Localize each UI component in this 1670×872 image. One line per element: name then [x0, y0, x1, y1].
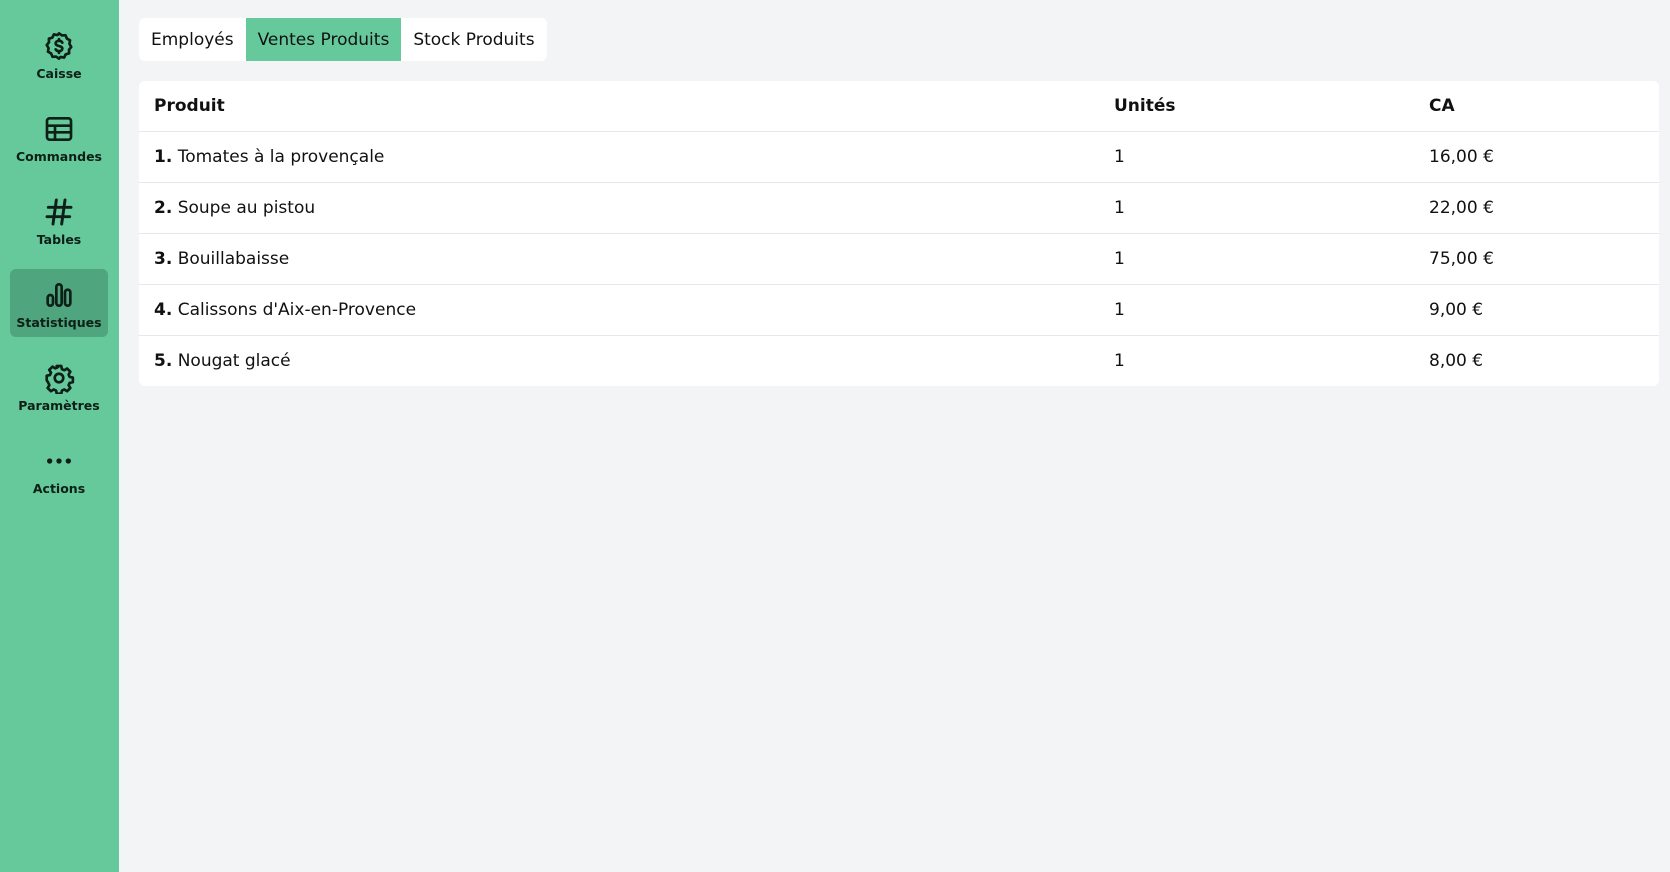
ca-cell: 75,00 € [1414, 233, 1659, 285]
table-header-row: Produit Unités CA [139, 81, 1659, 132]
gear-icon [43, 362, 75, 394]
product-name: Tomates à la provençale [177, 147, 385, 167]
column-header-unites[interactable]: Unités [1099, 81, 1414, 132]
rank-number: 5. [154, 351, 173, 371]
product-cell: 4. Calissons d'Aix-en-Provence [139, 284, 1099, 336]
ca-cell: 16,00 € [1414, 131, 1659, 183]
units-cell: 1 [1099, 284, 1414, 336]
product-name: Bouillabaisse [177, 249, 290, 269]
ca-cell: 8,00 € [1429, 351, 1484, 371]
sidebar-item-label: Paramètres [18, 397, 100, 413]
sidebar-item-commandes[interactable]: Commandes [10, 103, 108, 171]
bar-chart-icon [43, 279, 75, 311]
product-cell: 1. Tomates à la provençale [139, 131, 1099, 183]
product-name: Calissons d'Aix-en-Provence [177, 300, 417, 320]
table-row[interactable]: 1. Tomates à la provençale 1 16,00 € [139, 131, 1659, 183]
sidebar-item-actions[interactable]: Actions [10, 435, 108, 503]
dollar-circle-icon [43, 30, 75, 62]
hash-icon [43, 196, 75, 228]
units-cell: 1 [1099, 131, 1414, 183]
ca-cell: 22,00 € [1414, 182, 1659, 234]
tab-employes[interactable]: Employés [139, 18, 246, 61]
table-row[interactable]: 5. Nougat glacé 1 8,00 € [139, 336, 1659, 387]
sidebar: Caisse Commandes Tables Statistiques Par… [0, 0, 119, 872]
product-name: Soupe au pistou [177, 198, 316, 218]
sidebar-item-label: Actions [32, 480, 86, 496]
product-cell: 5. Nougat glacé [139, 336, 1099, 387]
units-cell: 1 [1114, 351, 1125, 371]
sidebar-item-parametres[interactable]: Paramètres [10, 352, 108, 420]
units-cell: 1 [1099, 182, 1414, 234]
table-row[interactable]: 3. Bouillabaisse 1 75,00 € [139, 233, 1659, 285]
app: Caisse Commandes Tables Statistiques Par… [0, 0, 1670, 872]
rank-number: 2. [154, 198, 173, 218]
sidebar-item-label: Statistiques [16, 314, 102, 330]
sidebar-item-label: Caisse [36, 65, 82, 81]
sales-table: Produit Unités CA 1. Tomates à la proven… [139, 81, 1659, 386]
more-dots-icon [43, 445, 75, 477]
table-row[interactable]: 4. Calissons d'Aix-en-Provence 1 9,00 € [139, 284, 1659, 336]
rank-number: 1. [154, 147, 173, 167]
units-cell: 1 [1099, 233, 1414, 285]
table-row[interactable]: 2. Soupe au pistou 1 22,00 € [139, 182, 1659, 234]
product-name: Nougat glacé [177, 351, 291, 371]
main-content: Employés Ventes Produits Stock Produits … [119, 0, 1670, 872]
tab-stock-produits[interactable]: Stock Produits [401, 18, 546, 61]
sidebar-item-tables[interactable]: Tables [10, 186, 108, 254]
sidebar-item-caisse[interactable]: Caisse [10, 20, 108, 88]
product-cell: 3. Bouillabaisse [139, 233, 1099, 285]
product-cell: 2. Soupe au pistou [139, 182, 1099, 234]
sidebar-item-label: Commandes [15, 148, 102, 164]
sidebar-item-statistiques[interactable]: Statistiques [10, 269, 108, 337]
stats-tabs: Employés Ventes Produits Stock Produits [139, 18, 547, 61]
sidebar-item-label: Tables [36, 231, 82, 247]
table-grid-icon [43, 113, 75, 145]
ca-cell: 9,00 € [1414, 284, 1659, 336]
rank-number: 3. [154, 249, 173, 269]
rank-number: 4. [154, 300, 173, 320]
tab-ventes-produits[interactable]: Ventes Produits [245, 18, 402, 61]
column-header-ca[interactable]: CA [1414, 81, 1659, 132]
column-header-produit[interactable]: Produit [139, 81, 1099, 132]
sales-table-card: Produit Unités CA 1. Tomates à la proven… [139, 81, 1659, 386]
